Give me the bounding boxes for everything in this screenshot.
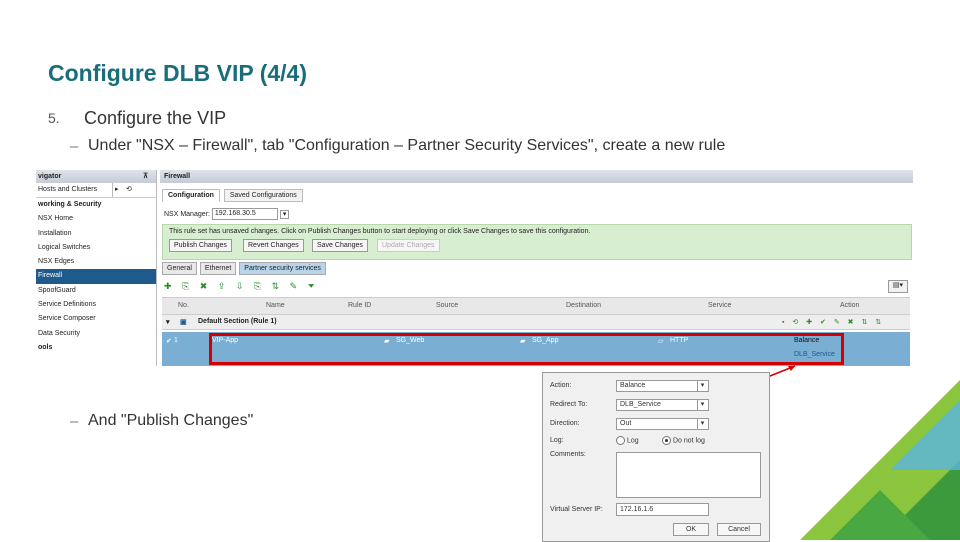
- corner-decoration: [800, 380, 960, 540]
- do-not-log-radio[interactable]: Do not log: [662, 436, 705, 445]
- do-not-log-label: Do not log: [672, 437, 705, 445]
- action-select[interactable]: Balance: [616, 380, 709, 392]
- cancel-button[interactable]: Cancel: [717, 523, 761, 536]
- direction-label: Direction:: [550, 420, 580, 427]
- redirect-select[interactable]: DLB_Service: [616, 399, 709, 411]
- radio-icon: [616, 436, 625, 445]
- log-label: Log:: [550, 437, 564, 444]
- log-radio[interactable]: Log: [616, 436, 639, 445]
- direction-select[interactable]: Out: [616, 418, 709, 430]
- action-label: Action:: [550, 382, 572, 389]
- ok-button[interactable]: OK: [673, 523, 709, 536]
- vip-input[interactable]: 172.16.1.6: [616, 503, 709, 516]
- comments-textarea[interactable]: [616, 452, 761, 498]
- log-option-label: Log: [626, 437, 639, 445]
- comments-label: Comments:: [550, 451, 586, 458]
- vip-label: Virtual Server IP:: [550, 506, 603, 513]
- radio-selected-icon: [662, 436, 671, 445]
- rule-action-dialog: Action: Balance Redirect To: DLB_Service…: [542, 372, 770, 542]
- redirect-label: Redirect To:: [550, 401, 588, 408]
